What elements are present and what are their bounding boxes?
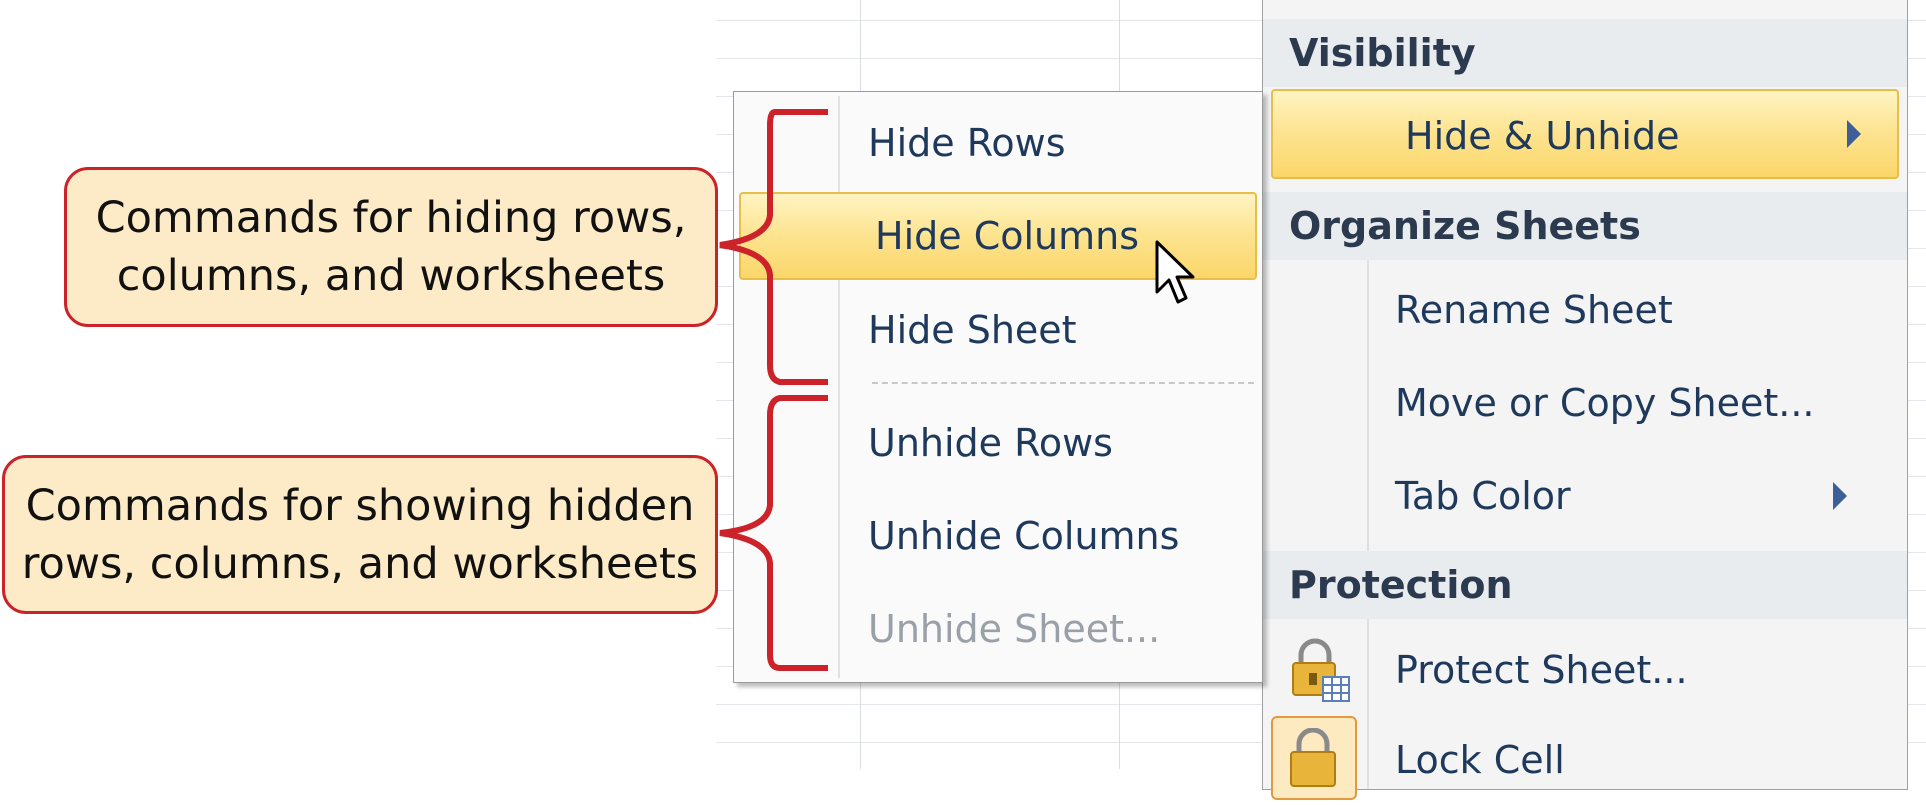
callout-brackets bbox=[719, 109, 828, 671]
callout-line: Commands for hiding rows, bbox=[95, 193, 687, 243]
callout-hiding-commands: Commands for hiding rows, columns, and w… bbox=[64, 167, 718, 327]
callout-showing-commands: Commands for showing hidden rows, column… bbox=[2, 455, 718, 614]
callout-line: rows, columns, and worksheets bbox=[21, 538, 699, 589]
hide-bracket bbox=[719, 109, 828, 385]
show-bracket bbox=[719, 395, 828, 671]
callout-line: Commands for showing hidden bbox=[25, 480, 695, 531]
callout-line: columns, and worksheets bbox=[116, 251, 666, 301]
